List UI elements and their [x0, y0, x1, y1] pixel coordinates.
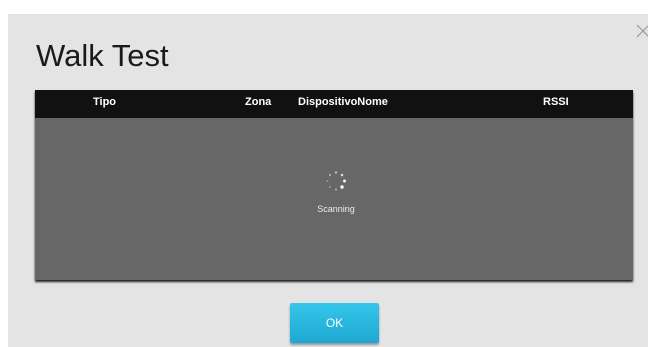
ok-button[interactable]: OK: [290, 303, 379, 343]
walk-test-table: Tipo Zona DispositivoNome RSSI Scanning: [35, 90, 633, 280]
loading-spinner-icon: [326, 171, 346, 191]
dialog-title: Walk Test: [36, 38, 169, 73]
column-header-rssi[interactable]: RSSI: [543, 90, 569, 114]
column-header-dispositivo-nome[interactable]: DispositivoNome: [298, 90, 388, 114]
column-header-zona[interactable]: Zona: [245, 90, 271, 114]
column-header-tipo[interactable]: Tipo: [93, 90, 116, 114]
walk-test-dialog: Walk Test Tipo Zona DispositivoNome RSSI…: [8, 14, 648, 347]
table-header: Tipo Zona DispositivoNome RSSI: [35, 90, 633, 118]
scanning-status: Scanning: [317, 204, 355, 214]
close-icon[interactable]: [635, 23, 648, 39]
